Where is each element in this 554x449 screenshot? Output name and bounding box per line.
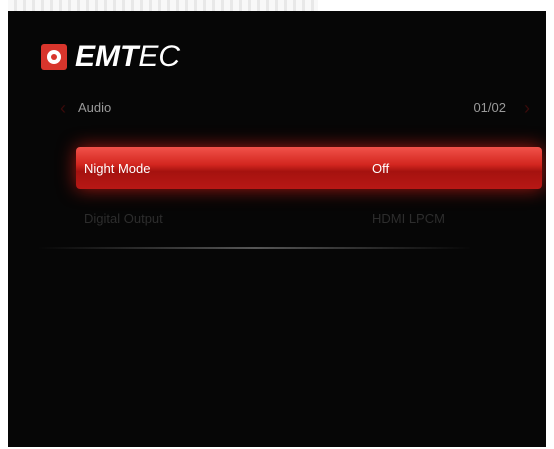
section-title: Audio xyxy=(78,100,112,115)
settings-menu: Night Mode Off Digital Output HDMI LPCM xyxy=(76,147,542,228)
chevron-left-icon[interactable]: ‹ xyxy=(60,99,66,117)
menu-item-value: Off xyxy=(372,161,390,176)
brand-wordmark: EMT EC xyxy=(75,40,180,74)
page-counter: 01/02 xyxy=(473,100,506,115)
menu-item-label: Digital Output xyxy=(84,211,163,226)
brand-wordmark-bold: EMT xyxy=(75,40,139,73)
menu-item-label: Night Mode xyxy=(84,161,151,176)
menu-item-night-mode[interactable]: Night Mode Off xyxy=(76,147,542,189)
top-strip xyxy=(8,0,318,11)
emtec-logo-icon xyxy=(41,44,67,70)
menu-item-value: HDMI LPCM xyxy=(372,211,445,226)
menu-item-digital-output[interactable]: Digital Output HDMI LPCM xyxy=(76,208,542,228)
chevron-right-icon[interactable]: › xyxy=(524,99,530,117)
settings-screen: EMT EC ‹ Audio 01/02 › Night Mode Off Dig… xyxy=(8,11,546,447)
menu-divider xyxy=(38,247,472,249)
brand-logo: EMT EC xyxy=(41,40,180,74)
section-header: ‹ Audio 01/02 › xyxy=(58,97,530,121)
brand-wordmark-light: EC xyxy=(138,40,181,73)
